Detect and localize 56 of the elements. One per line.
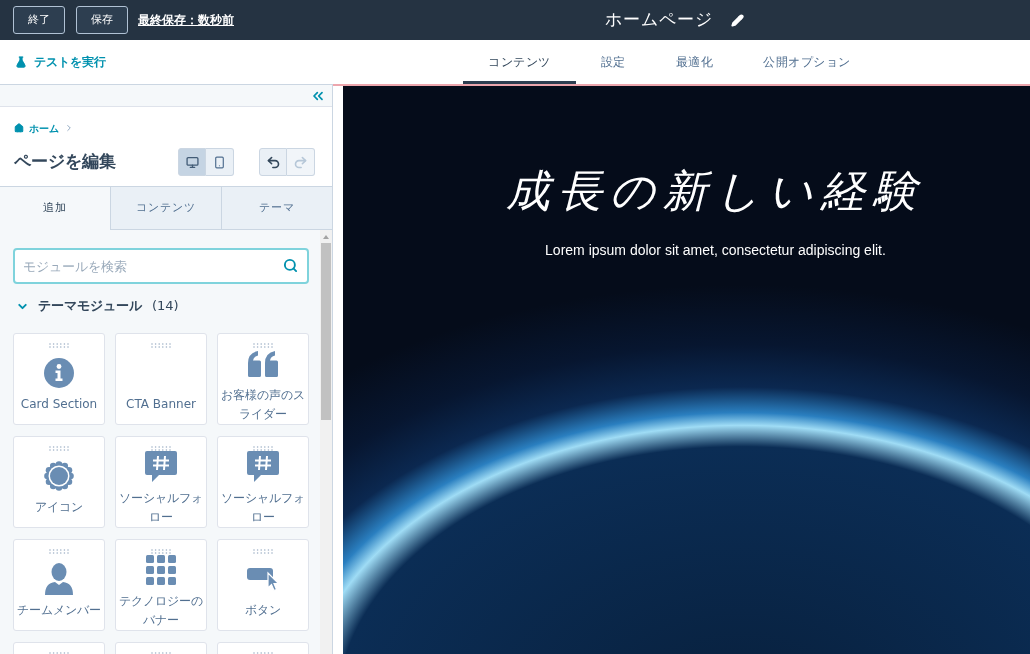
badge-icon — [44, 461, 74, 491]
editor-tab[interactable]: 設定 — [575, 40, 651, 84]
drag-handle-icon[interactable] — [253, 446, 273, 451]
search-field[interactable]: モジュールを検索 — [13, 248, 309, 284]
page-title: ホームページ — [605, 8, 713, 32]
scroll-up-icon[interactable] — [323, 235, 329, 239]
hero-subheading: Lorem ipsum dolor sit amet, consectetur adipiscing elit. — [545, 241, 886, 260]
section-toggle[interactable]: テーマモジュール (14) — [13, 297, 179, 315]
drag-handle-icon[interactable] — [49, 446, 69, 451]
panel-tab[interactable]: コンテンツ — [111, 187, 222, 230]
module-tile[interactable]: ボタン — [217, 539, 309, 631]
hashtag-bubble-icon — [145, 450, 177, 483]
drag-handle-icon[interactable] — [49, 343, 69, 348]
run-test-link[interactable]: テストを実行 — [15, 53, 106, 71]
undo-button[interactable] — [259, 148, 287, 176]
button-cursor-icon — [247, 566, 279, 592]
scrollbar-thumb[interactable] — [321, 243, 331, 420]
flask-icon — [15, 56, 27, 68]
editor-tab[interactable]: 最適化 — [650, 40, 738, 84]
module-tile[interactable]: チームメンバー — [13, 539, 105, 631]
module-tile[interactable]: Card Section — [13, 333, 105, 425]
editor-tab[interactable]: 公開オプション — [738, 40, 876, 84]
person-icon — [45, 563, 73, 595]
redo-icon — [293, 154, 308, 170]
home-icon — [14, 123, 24, 133]
breadcrumb-link[interactable]: ホーム — [14, 120, 59, 136]
panel-heading: ページを編集 — [14, 150, 117, 174]
toolbar-button[interactable]: 終了 — [13, 6, 65, 34]
module-tile[interactable]: お客様の声のスライダー — [217, 333, 309, 425]
panel-tab[interactable]: テーマ — [222, 187, 332, 230]
drag-handle-icon[interactable] — [253, 549, 273, 554]
module-tile[interactable]: ソーシャルフォロー — [115, 436, 207, 528]
drag-handle-icon[interactable] — [49, 549, 69, 554]
module-tile[interactable]: CTA Banner — [115, 333, 207, 425]
hashtag-bubble-icon — [247, 450, 279, 483]
drag-handle-icon[interactable] — [253, 343, 273, 348]
search-icon[interactable] — [283, 258, 298, 273]
grid-icon — [146, 554, 176, 585]
hero-heading: 成長の新しい経験 — [506, 168, 925, 214]
device-toggle-button[interactable] — [206, 148, 234, 176]
edit-pencil-icon[interactable] — [731, 13, 744, 27]
drag-handle-icon[interactable] — [151, 446, 171, 451]
quote-icon — [247, 349, 279, 378]
device-toggle-button[interactable] — [178, 148, 206, 176]
chevron-right-icon — [64, 123, 74, 133]
undo-icon — [265, 154, 281, 170]
module-tile[interactable]: ソーシャルフォロー — [217, 436, 309, 528]
info-icon — [44, 358, 74, 388]
last-saved-link[interactable]: 最終保存：数秒前 — [138, 11, 234, 29]
module-tile[interactable]: アイコン — [13, 436, 105, 528]
toolbar-button[interactable]: 保存 — [76, 6, 128, 34]
drag-handle-icon[interactable] — [151, 343, 171, 348]
module-tile[interactable]: テクノロジーのバナー — [115, 539, 207, 631]
mobile-icon — [213, 155, 226, 169]
desktop-icon — [185, 155, 199, 169]
drag-handle-icon[interactable] — [151, 549, 171, 554]
